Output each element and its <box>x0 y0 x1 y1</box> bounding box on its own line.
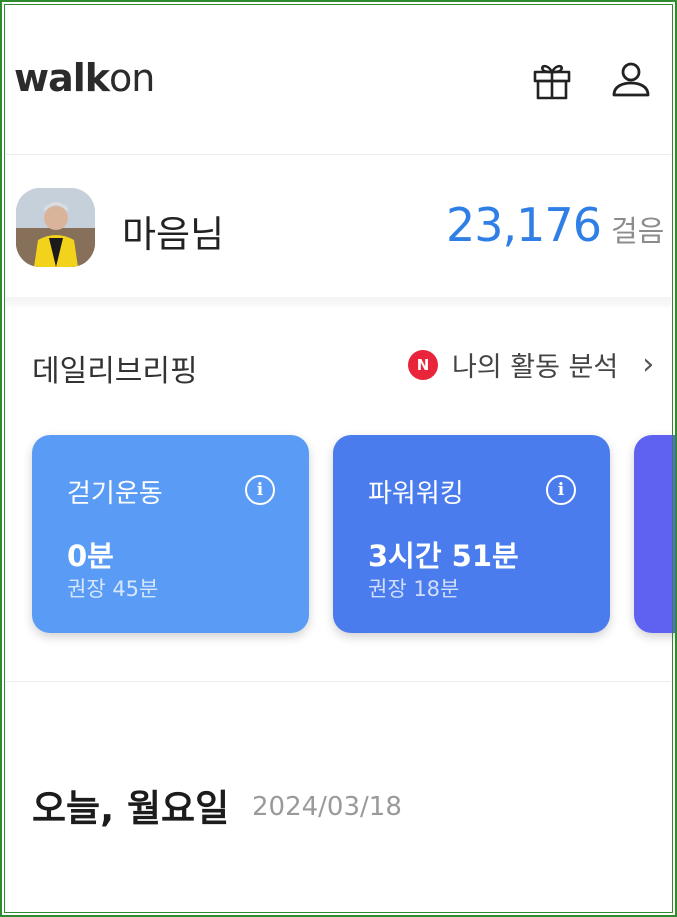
card-recommended: 권장 45분 <box>67 577 159 601</box>
card-recommended: 권장 18분 <box>368 577 460 601</box>
card-title: 걷기운동 <box>67 479 163 509</box>
activity-analysis-label: 나의 활동 분석 <box>452 352 619 383</box>
section-divider <box>6 681 671 682</box>
info-icon[interactable]: i <box>546 475 576 505</box>
today-label: 오늘, 월요일 <box>32 787 230 830</box>
avatar-photo <box>16 188 95 267</box>
chevron-right-icon: › <box>642 347 655 382</box>
user-name: 마음님 <box>122 213 225 256</box>
logo-suffix: on <box>109 56 155 100</box>
walkon-logo[interactable]: walkon <box>14 56 155 100</box>
today-date: 2024/03/18 <box>252 792 402 822</box>
card-value: 3시간 51분 <box>368 539 519 573</box>
walking-exercise-card[interactable]: 걷기운동 i 0분 권장 45분 <box>32 435 309 633</box>
gift-icon[interactable] <box>530 58 574 102</box>
card-title: 파워워킹 <box>368 479 464 509</box>
step-count[interactable]: 23,176 <box>446 198 602 252</box>
section-separator <box>6 297 671 307</box>
next-card-partial[interactable] <box>634 435 677 633</box>
step-unit: 걸음 <box>611 214 665 248</box>
app-header: walkon <box>0 0 677 155</box>
card-value: 0분 <box>67 539 114 573</box>
header-divider <box>6 154 671 155</box>
power-walking-card[interactable]: 파워워킹 i 3시간 51분 권장 18분 <box>333 435 610 633</box>
daily-briefing-title: 데일리브리핑 <box>32 354 198 389</box>
avatar[interactable] <box>16 188 95 267</box>
activity-analysis-link[interactable]: N 나의 활동 분석 › <box>408 345 654 384</box>
logo-main: walk <box>14 56 110 100</box>
new-badge: N <box>408 349 438 380</box>
profile-icon[interactable] <box>609 58 653 102</box>
info-icon[interactable]: i <box>245 475 275 505</box>
